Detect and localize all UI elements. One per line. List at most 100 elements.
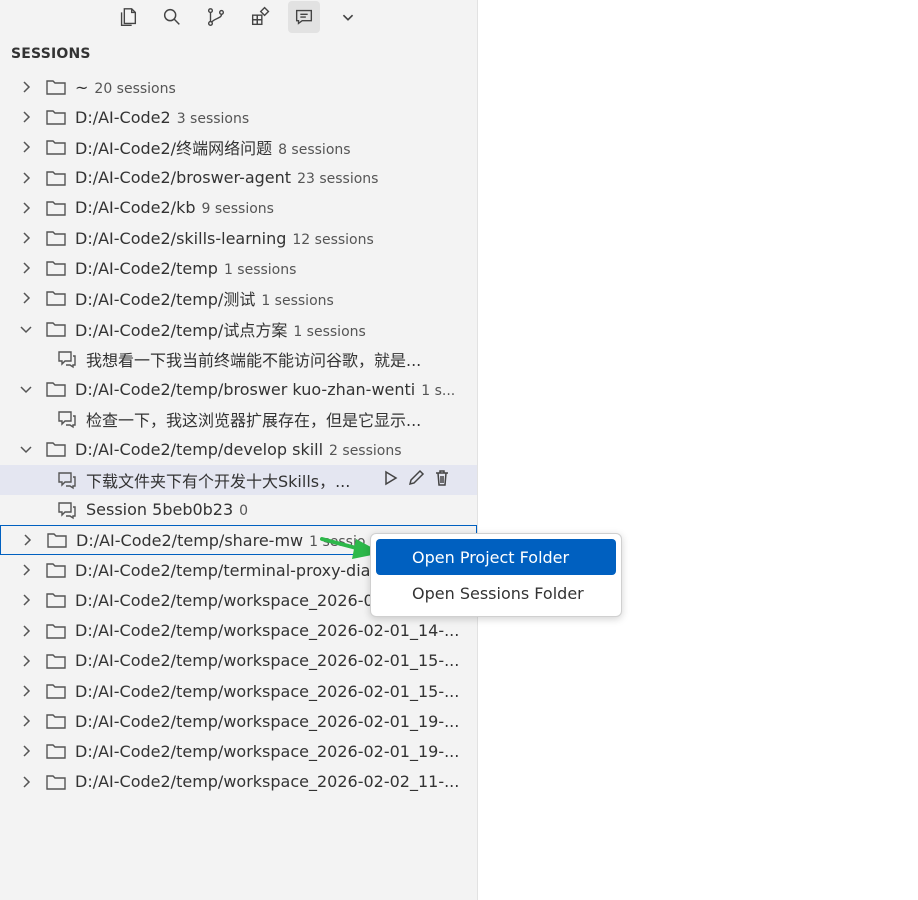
row-text: 我想看一下我当前终端能不能访问谷歌，就是... xyxy=(86,350,422,370)
chevron-right-icon[interactable] xyxy=(18,139,34,155)
session-count-badge: 1 sessions xyxy=(293,323,366,340)
chevron-right-icon[interactable] xyxy=(18,743,34,759)
session-count-badge: 20 sessions xyxy=(94,80,176,97)
session-row[interactable]: 我想看一下我当前终端能不能访问谷歌，就是... xyxy=(0,344,477,374)
folder-path-label: D:/AI-Code2/temp/develop skill 2 sessions xyxy=(75,440,402,459)
session-title-label: Session 5beb0b23 0 xyxy=(86,500,248,519)
session-count-badge: 12 sessions xyxy=(292,231,374,248)
folder-row[interactable]: D:/AI-Code2/temp/workspace_2026-02-01_15… xyxy=(0,676,477,706)
chevron-right-icon[interactable] xyxy=(18,109,34,125)
chevron-right-icon[interactable] xyxy=(18,290,34,306)
session-count-badge: 1 sessions xyxy=(261,293,334,310)
explorer-icon[interactable] xyxy=(112,1,144,33)
session-count-badge: 1 s... xyxy=(421,382,456,399)
delete-icon[interactable] xyxy=(432,468,452,492)
chevron-right-icon[interactable] xyxy=(18,592,34,608)
folder-icon xyxy=(45,228,67,248)
folder-path-label: ~20 sessions xyxy=(75,78,176,97)
folder-row[interactable]: D:/AI-Code2/skills-learning 12 sessions xyxy=(0,223,477,253)
folder-path-label: D:/AI-Code2 3 sessions xyxy=(75,108,249,127)
folder-path-label: D:/AI-Code2/temp/workspace_2026-02-01_15… xyxy=(75,682,459,701)
context-menu: Open Project Folder Open Sessions Folder xyxy=(370,533,622,617)
row-text: D:/AI-Code2/temp/broswer kuo-zhan-wenti xyxy=(75,379,416,399)
chevron-right-icon[interactable] xyxy=(18,200,34,216)
folder-path-label: D:/AI-Code2/temp/broswer kuo-zhan-wenti 1… xyxy=(75,380,455,399)
folder-icon xyxy=(45,711,67,731)
chevron-right-icon[interactable] xyxy=(18,713,34,729)
chevron-down-icon[interactable] xyxy=(18,441,34,457)
session-count-badge: 2 sessions xyxy=(329,442,402,459)
session-row[interactable]: Session 5beb0b23 0 xyxy=(0,495,477,525)
chevron-down-icon[interactable] xyxy=(18,321,34,337)
folder-icon xyxy=(45,439,67,459)
folder-row[interactable]: D:/AI-Code2/temp/broswer kuo-zhan-wenti 1… xyxy=(0,374,477,404)
row-text: D:/AI-Code2/kb xyxy=(75,198,196,218)
folder-row[interactable]: D:/AI-Code2/temp/workspace_2026-02-01_15… xyxy=(0,646,477,676)
row-text: 下载文件夹下有个开发十大Skills，... xyxy=(86,471,351,491)
chevron-right-icon[interactable] xyxy=(18,623,34,639)
row-text: D:/AI-Code2/temp/workspace_2026-02-01_15… xyxy=(75,651,460,671)
row-text: D:/AI-Code2 xyxy=(75,107,171,127)
folder-path-label: D:/AI-Code2/skills-learning 12 sessions xyxy=(75,229,374,248)
session-row[interactable]: 下载文件夹下有个开发十大Skills，... xyxy=(0,464,477,495)
search-icon[interactable] xyxy=(156,1,188,33)
row-text: D:/AI-Code2/temp/share-mw xyxy=(76,530,304,550)
folder-row[interactable]: D:/AI-Code2/temp/试点方案 1 sessions xyxy=(0,314,477,344)
session-count-badge: 23 sessions xyxy=(297,171,379,188)
folder-row[interactable]: ~20 sessions xyxy=(0,72,477,102)
folder-path-label: D:/AI-Code2/temp 1 sessions xyxy=(75,259,296,278)
play-icon[interactable] xyxy=(380,468,400,492)
session-title-label: 下载文件夹下有个开发十大Skills，... xyxy=(86,468,350,492)
extensions-icon[interactable] xyxy=(244,1,276,33)
menu-item-open-project-folder[interactable]: Open Project Folder xyxy=(376,539,616,575)
folder-row[interactable]: D:/AI-Code2/temp/workspace_2026-02-01_14… xyxy=(0,616,477,646)
chevron-right-icon[interactable] xyxy=(18,260,34,276)
chevron-right-icon[interactable] xyxy=(18,79,34,95)
chevron-right-icon[interactable] xyxy=(18,562,34,578)
activity-toolbar xyxy=(112,0,364,34)
edit-icon[interactable] xyxy=(406,468,426,492)
folder-row[interactable]: D:/AI-Code2/temp/workspace_2026-02-01_19… xyxy=(0,706,477,736)
folder-row[interactable]: D:/AI-Code2/temp 1 sessions xyxy=(0,253,477,283)
folder-path-label: D:/AI-Code2/broswer-agent 23 sessions xyxy=(75,168,378,187)
row-text: D:/AI-Code2/temp/workspace_2026-02-02_11… xyxy=(75,772,460,792)
folder-path-label: D:/AI-Code2/temp/试点方案 1 sessions xyxy=(75,317,366,341)
folder-row[interactable]: D:/AI-Code2/temp/develop skill 2 sessions xyxy=(0,434,477,464)
row-text: D:/AI-Code2/skills-learning xyxy=(75,228,287,248)
chevron-right-icon[interactable] xyxy=(18,170,34,186)
chevron-down-icon[interactable] xyxy=(332,1,364,33)
session-count-badge: 0 xyxy=(239,503,249,520)
chevron-right-icon[interactable] xyxy=(19,532,35,548)
folder-path-label: D:/AI-Code2/temp/workspace_2026-02-02_11… xyxy=(75,772,459,791)
folder-row[interactable]: D:/AI-Code2/终端网络问题 8 sessions xyxy=(0,132,477,162)
chat-sessions-icon[interactable] xyxy=(288,1,320,33)
chat-session-icon xyxy=(56,500,78,520)
chevron-right-icon[interactable] xyxy=(18,230,34,246)
folder-row[interactable]: D:/AI-Code2/kb 9 sessions xyxy=(0,193,477,223)
folder-path-label: D:/AI-Code2/temp/workspace_2026-02-01_15… xyxy=(75,651,459,670)
chat-session-icon xyxy=(56,409,78,429)
session-actions xyxy=(380,468,452,492)
folder-row[interactable]: D:/AI-Code2/temp/测试 1 sessions xyxy=(0,283,477,313)
folder-path-label: D:/AI-Code2/temp/workspace_2026-02-01_19… xyxy=(75,742,459,761)
folder-row[interactable]: D:/AI-Code2/temp/workspace_2026-02-02_11… xyxy=(0,767,477,797)
chevron-down-icon[interactable] xyxy=(18,381,34,397)
folder-path-label: D:/AI-Code2/kb 9 sessions xyxy=(75,198,274,217)
folder-icon xyxy=(45,319,67,339)
session-row[interactable]: 检查一下，我这浏览器扩展存在，但是它显示... xyxy=(0,404,477,434)
chevron-right-icon[interactable] xyxy=(18,653,34,669)
folder-icon xyxy=(45,168,67,188)
sessions-sidebar: SESSIONS ~20 sessions D:/AI-Code2 3 sessio… xyxy=(0,0,478,900)
folder-icon xyxy=(45,681,67,701)
folder-path-label: D:/AI-Code2/temp/workspace_2026-02-01_19… xyxy=(75,712,459,731)
row-text: D:/AI-Code2/temp/workspace_2026-02-01_19… xyxy=(75,741,460,761)
chevron-right-icon[interactable] xyxy=(18,774,34,790)
folder-row[interactable]: D:/AI-Code2/temp/workspace_2026-02-01_19… xyxy=(0,736,477,766)
folder-path-label: D:/AI-Code2/temp/测试 1 sessions xyxy=(75,286,334,310)
menu-item-open-sessions-folder[interactable]: Open Sessions Folder xyxy=(376,575,616,611)
folder-row[interactable]: D:/AI-Code2/broswer-agent 23 sessions xyxy=(0,163,477,193)
chevron-right-icon[interactable] xyxy=(18,683,34,699)
folder-icon xyxy=(45,198,67,218)
folder-row[interactable]: D:/AI-Code2 3 sessions xyxy=(0,102,477,132)
source-control-icon[interactable] xyxy=(200,1,232,33)
